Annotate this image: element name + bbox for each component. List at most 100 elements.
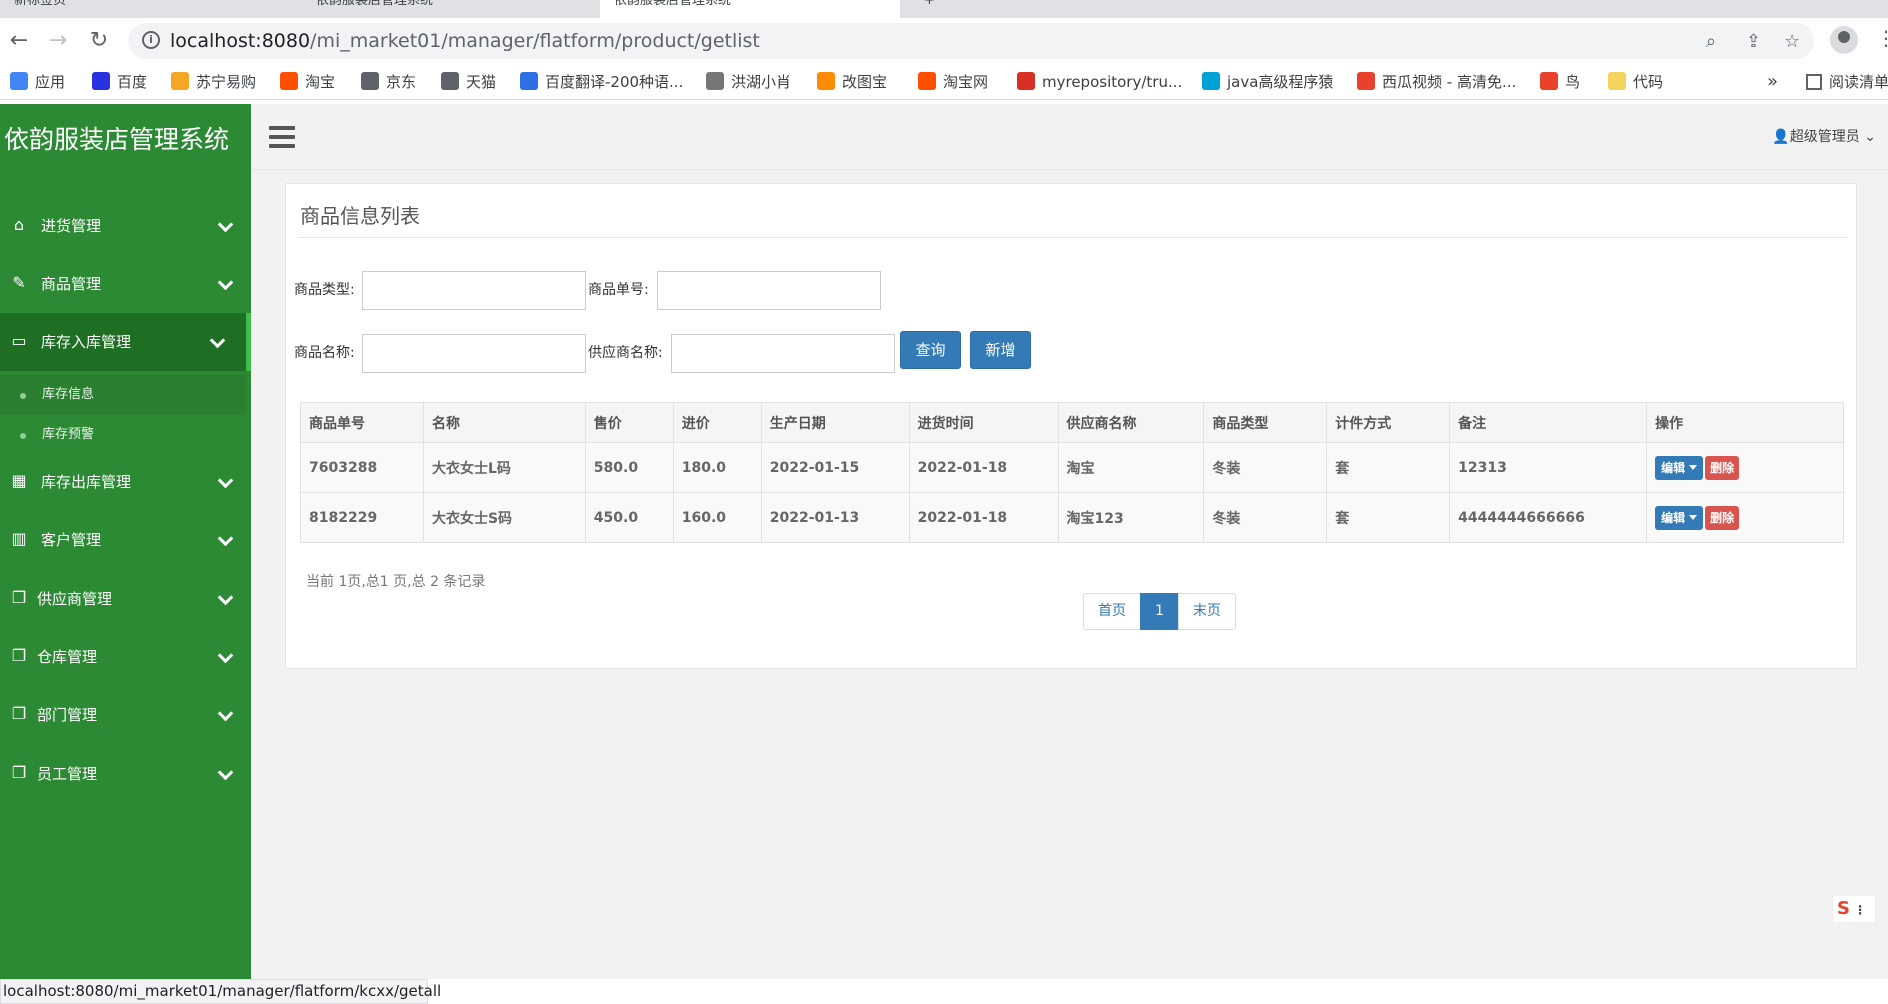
column-header: 名称 — [422, 402, 586, 443]
new-tab-icon[interactable]: + — [910, 0, 940, 18]
chevron-down-icon: ⋮ — [1849, 903, 1867, 917]
first-page-button[interactable]: 首页 — [1083, 593, 1141, 630]
table-cell: 大衣女士S码 — [422, 492, 586, 543]
bookmark-taobao[interactable]: 淘宝 — [280, 64, 335, 100]
bookmark-honghu[interactable]: 洪湖小肖 — [706, 64, 791, 100]
repo-icon — [1017, 72, 1035, 90]
site-info-icon[interactable]: i — [142, 31, 160, 49]
product-code-input[interactable] — [657, 271, 881, 310]
product-list-panel: 商品信息列表 商品类型: 商品单号: 商品名称: 供应商名称: 查询 新增 商品… — [285, 183, 1857, 669]
submenu-stock-info[interactable]: 库存信息 — [0, 375, 246, 415]
supplier-name-input[interactable] — [671, 334, 895, 373]
sidebar-item-warehouse[interactable]: ❐ 仓库管理 — [0, 628, 251, 686]
profile-avatar[interactable] — [1830, 26, 1858, 54]
bookmark-bird[interactable]: 鸟 — [1540, 64, 1580, 100]
product-name-input[interactable] — [362, 334, 586, 373]
table-cell: 2022-01-18 — [908, 442, 1059, 493]
bookmark-baidu-translate[interactable]: 百度翻译-200种语... — [520, 64, 683, 100]
back-icon[interactable]: ← — [6, 28, 32, 54]
zoom-icon[interactable]: ⌕ — [1706, 31, 1716, 52]
browser-tab-app-1[interactable]: 依韵服装店管理系统 × — [302, 0, 598, 18]
chevron-down-icon — [217, 472, 234, 489]
sidebar-item-label: 仓库管理 — [37, 648, 98, 666]
tab-title: 依韵服装店管理系统 — [316, 0, 434, 8]
bookmark-star-icon[interactable]: ☆ — [1784, 31, 1800, 52]
filter-code-label: 商品单号: — [588, 282, 649, 298]
copy-icon: ❐ — [11, 763, 27, 782]
bookmark-jd[interactable]: 京东 — [361, 64, 416, 100]
bookmark-myrepository[interactable]: myrepository/tru... — [1017, 64, 1182, 100]
browser-tab-strip: 新标签页 × 依韵服装店管理系统 × 依韵服装店管理系统 × + — [0, 0, 1888, 18]
main-content: 商品信息列表 商品类型: 商品单号: 商品名称: 供应商名称: 查询 新增 商品… — [251, 170, 1888, 979]
table-row: 7603288 大衣女士L码 580.0 180.0 2022-01-15 20… — [300, 442, 1844, 493]
table-cell: 4444444666666 — [1449, 492, 1648, 543]
bookmark-tmall[interactable]: 天猫 — [441, 64, 496, 100]
edit-icon: ✎ — [12, 273, 26, 292]
delete-button[interactable]: 删除 — [1705, 505, 1740, 530]
code-icon — [1608, 72, 1626, 90]
bookmark-gaitubao[interactable]: 改图宝 — [817, 64, 887, 100]
column-header: 商品类型 — [1203, 402, 1328, 443]
sidebar: 依韵服装店管理系统 ⌂ 进货管理 ✎ 商品管理 ▭ 库存入库管理 库存信息 库存… — [0, 104, 251, 979]
column-header: 备注 — [1449, 402, 1648, 443]
bookmarks-bar: 应用 百度 苏宁易购 淘宝 京东 天猫 百度翻译-200种语... 洪湖小肖 改… — [0, 64, 1888, 100]
chevron-down-icon — [209, 332, 226, 349]
reload-icon[interactable]: ↻ — [86, 28, 112, 54]
query-button[interactable]: 查询 — [900, 331, 961, 369]
bullet-icon — [20, 433, 26, 439]
chevron-down-icon — [217, 216, 234, 233]
filter-type-label: 商品类型: — [294, 282, 355, 298]
table-header-row: 商品单号 名称 售价 进价 生产日期 进货时间 供应商名称 商品类型 计件方式 … — [300, 402, 1844, 443]
sidebar-item-departments[interactable]: ❐ 部门管理 — [0, 686, 251, 744]
bookmark-java[interactable]: java高级程序猿 — [1202, 64, 1333, 100]
sidebar-item-stock-out[interactable]: ▦ 库存出库管理 — [0, 453, 251, 511]
forward-icon[interactable]: → — [45, 28, 71, 54]
user-menu[interactable]: 👤超级管理员 ⌄ — [1772, 126, 1876, 146]
caret-down-icon — [1689, 514, 1698, 520]
share-icon[interactable]: ⇪ — [1746, 31, 1761, 52]
delete-button[interactable]: 删除 — [1705, 455, 1740, 480]
ime-indicator[interactable]: S ⋮ — [1832, 895, 1876, 923]
filter-supplier-label: 供应商名称: — [588, 345, 663, 361]
reading-list[interactable]: 阅读清单 — [1806, 64, 1888, 100]
column-header: 售价 — [584, 402, 674, 443]
bookmark-suning[interactable]: 苏宁易购 — [171, 64, 256, 100]
edit-dropdown-button[interactable]: 编辑 — [1655, 505, 1704, 530]
browser-tab-app-2[interactable]: 依韵服装店管理系统 × — [600, 0, 900, 18]
current-page-button[interactable]: 1 — [1140, 593, 1179, 630]
bookmark-xigua[interactable]: 西瓜视频 - 高清免... — [1357, 64, 1516, 100]
sidebar-item-stock-in[interactable]: ▭ 库存入库管理 — [0, 313, 251, 371]
submenu-label: 库存信息 — [42, 387, 95, 402]
bar-chart-icon: ▥ — [11, 529, 27, 548]
bookmarks-more-icon[interactable]: » — [1767, 64, 1778, 100]
translate-icon — [520, 72, 538, 90]
globe-icon — [361, 72, 379, 90]
table-cell: 套 — [1326, 492, 1451, 543]
bookmark-taobao-net[interactable]: 淘宝网 — [918, 64, 988, 100]
browser-tab-new[interactable]: 新标签页 × — [0, 0, 300, 18]
globe-icon — [441, 72, 459, 90]
sidebar-item-customers[interactable]: ▥ 客户管理 — [0, 511, 251, 569]
last-page-button[interactable]: 末页 — [1177, 593, 1236, 630]
product-type-input[interactable] — [362, 271, 586, 310]
add-button[interactable]: 新增 — [970, 331, 1031, 369]
hamburger-menu-icon[interactable] — [269, 126, 295, 148]
product-table: 商品单号 名称 售价 进价 生产日期 进货时间 供应商名称 商品类型 计件方式 … — [300, 402, 1844, 543]
sidebar-item-label: 库存出库管理 — [41, 473, 132, 491]
bookmark-apps[interactable]: 应用 — [10, 64, 65, 100]
sidebar-item-purchase[interactable]: ⌂ 进货管理 — [0, 197, 251, 255]
chevron-down-icon — [217, 764, 234, 781]
bookmark-code[interactable]: 代码 — [1608, 64, 1663, 100]
address-bar[interactable]: i localhost:8080/mi_market01/manager/fla… — [128, 23, 1814, 59]
submenu-stock-warning[interactable]: 库存预警 — [0, 415, 246, 455]
sidebar-item-employees[interactable]: ❐ 员工管理 — [0, 745, 251, 803]
app-header: 👤超级管理员 ⌄ — [251, 104, 1888, 170]
browser-menu-icon[interactable]: ⋮ — [1876, 28, 1888, 48]
column-header: 进价 — [672, 402, 762, 443]
sidebar-item-products[interactable]: ✎ 商品管理 — [0, 255, 251, 313]
edit-dropdown-button[interactable]: 编辑 — [1655, 455, 1704, 480]
taobao-icon — [918, 72, 936, 90]
bookmark-baidu[interactable]: 百度 — [92, 64, 147, 100]
table-cell: 8182229 — [300, 492, 424, 543]
sidebar-item-suppliers[interactable]: ❐ 供应商管理 — [0, 570, 251, 628]
